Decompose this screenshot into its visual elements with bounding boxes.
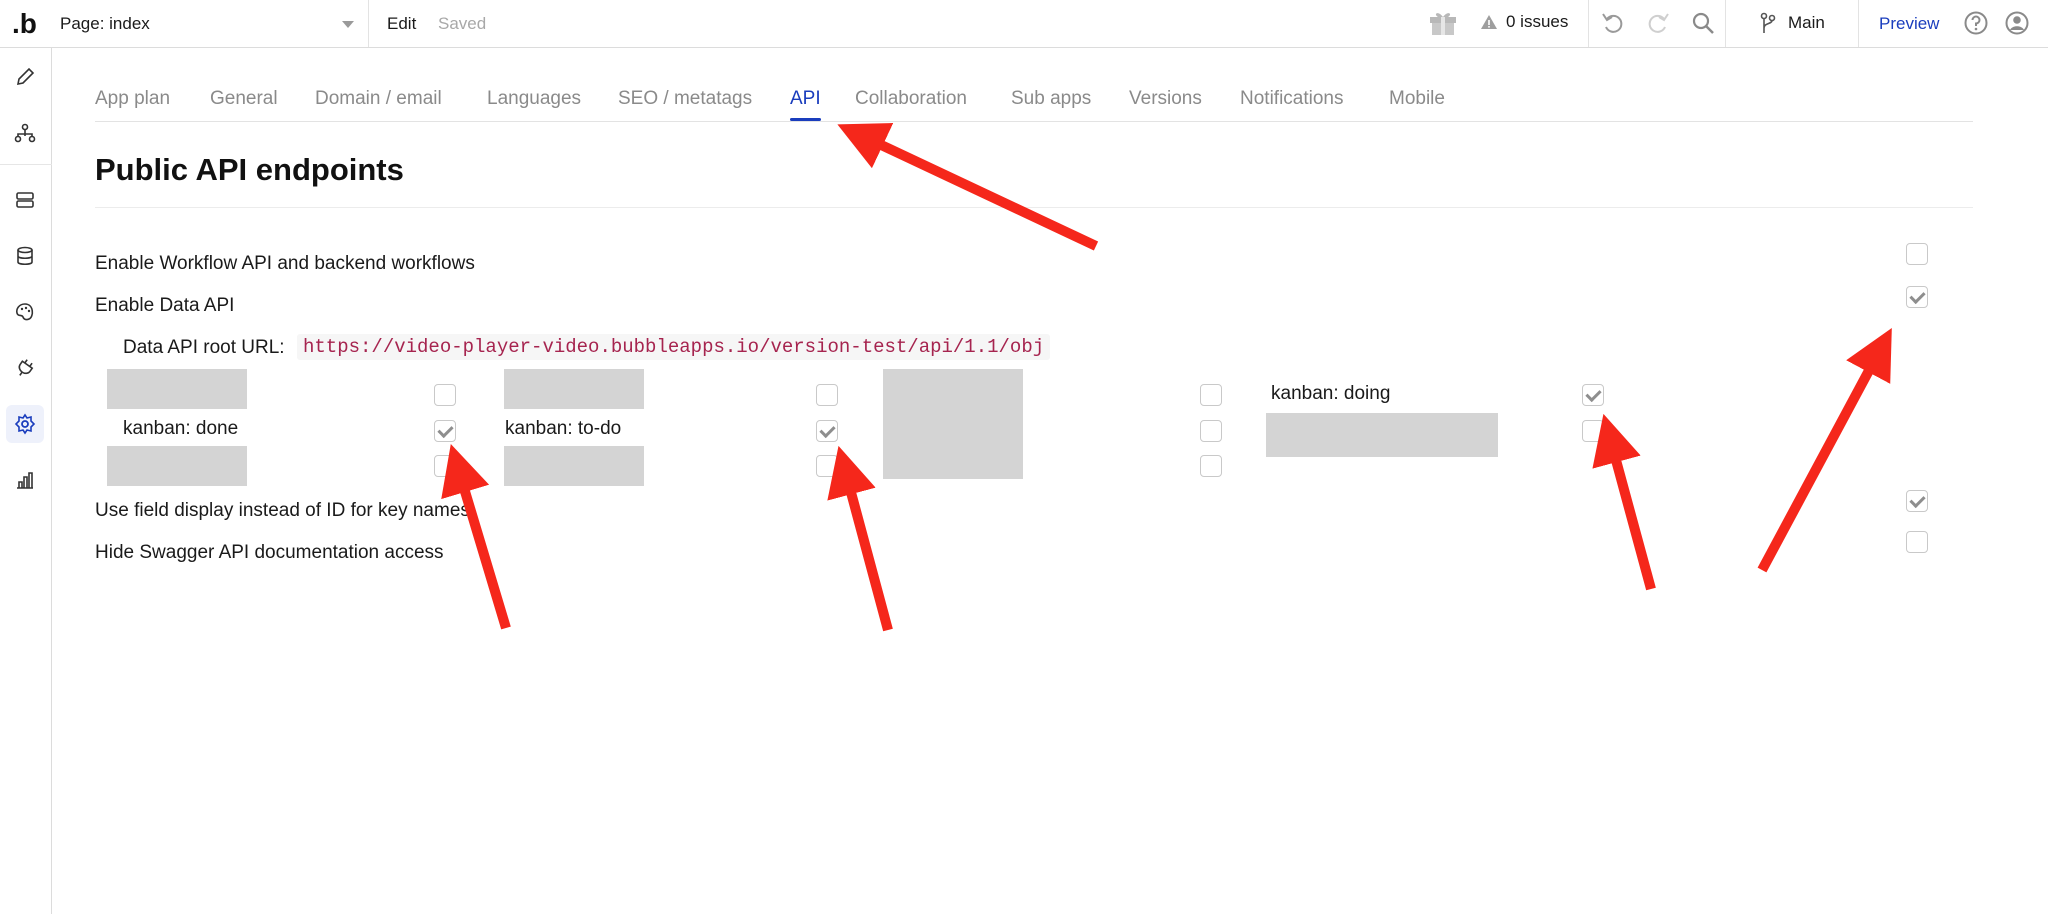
kanban-doing-checkbox[interactable] bbox=[1582, 384, 1604, 406]
field-display-label: Use field display instead of ID for key … bbox=[95, 500, 470, 521]
data-type-checkbox[interactable] bbox=[434, 455, 456, 477]
data-api-checkbox[interactable] bbox=[1906, 286, 1928, 308]
divider bbox=[1588, 0, 1589, 47]
divider bbox=[1725, 0, 1726, 47]
tab-seo-metatags[interactable]: SEO / metatags bbox=[618, 88, 752, 110]
data-type-checkbox[interactable] bbox=[1582, 420, 1604, 442]
issues-indicator[interactable]: 0 issues bbox=[1480, 12, 1568, 32]
annotation-arrows bbox=[441, 123, 1892, 632]
tab-versions[interactable]: Versions bbox=[1129, 88, 1202, 110]
data-api-label: Enable Data API bbox=[95, 295, 235, 316]
server-icon bbox=[16, 192, 34, 208]
page-selector-label: Page: index bbox=[60, 14, 150, 33]
section-title: Public API endpoints bbox=[95, 152, 404, 187]
settings-tabs: App plan General Domain / email Language… bbox=[95, 88, 1973, 122]
redacted-data-type bbox=[107, 369, 247, 409]
hide-swagger-label: Hide Swagger API documentation access bbox=[95, 542, 444, 563]
sidebar-item-data[interactable] bbox=[6, 181, 44, 219]
data-type-label-kanban-done: kanban: done bbox=[123, 418, 239, 439]
divider bbox=[95, 207, 1973, 208]
branch-name: Main bbox=[1788, 13, 1825, 32]
chevron-down-icon bbox=[342, 21, 354, 28]
sidebar-item-logs[interactable] bbox=[6, 461, 44, 499]
bubble-logo[interactable]: .b bbox=[12, 8, 42, 40]
plug-icon bbox=[18, 359, 34, 376]
redacted-data-type bbox=[1266, 413, 1498, 457]
save-status: Saved bbox=[438, 14, 487, 33]
palette-icon bbox=[16, 303, 34, 321]
tab-collaboration[interactable]: Collaboration bbox=[855, 88, 967, 110]
preview-button[interactable]: Preview bbox=[1879, 14, 1939, 34]
sidebar-item-database[interactable] bbox=[6, 237, 44, 275]
tab-app-plan[interactable]: App plan bbox=[95, 88, 170, 110]
data-type-checkbox[interactable] bbox=[1200, 384, 1222, 406]
tab-notifications[interactable]: Notifications bbox=[1240, 88, 1344, 110]
arrow-to-data-api-checkbox bbox=[1757, 327, 1892, 573]
hide-swagger-checkbox[interactable] bbox=[1906, 531, 1928, 553]
sidebar-item-design[interactable] bbox=[6, 58, 44, 96]
data-type-checkbox[interactable] bbox=[816, 384, 838, 406]
divider bbox=[1858, 0, 1859, 47]
left-sidebar bbox=[0, 48, 52, 914]
branch-selector[interactable]: Main bbox=[1760, 12, 1825, 34]
account-icon[interactable] bbox=[2004, 10, 2030, 41]
database-icon bbox=[17, 246, 33, 266]
data-type-checkbox[interactable] bbox=[1200, 455, 1222, 477]
pencil-icon bbox=[16, 67, 35, 86]
redacted-data-type bbox=[107, 446, 247, 486]
arrow-to-kanban-doing bbox=[1592, 413, 1656, 591]
workflow-api-label: Enable Workflow API and backend workflow… bbox=[95, 253, 475, 274]
branch-icon bbox=[1760, 12, 1776, 33]
arrow-to-kanban-to-do bbox=[827, 445, 893, 632]
data-type-checkbox[interactable] bbox=[1200, 420, 1222, 442]
divider bbox=[0, 164, 52, 165]
data-type-label-kanban-to-do: kanban: to-do bbox=[505, 418, 622, 439]
redacted-data-type bbox=[504, 369, 644, 409]
tab-sub-apps[interactable]: Sub apps bbox=[1011, 88, 1091, 110]
top-bar: .b Page: index Edit Saved 0 issues Main … bbox=[0, 0, 2048, 48]
root-url-label: Data API root URL: bbox=[123, 337, 285, 358]
workflow-icon bbox=[14, 123, 36, 143]
data-type-checkbox[interactable] bbox=[816, 455, 838, 477]
field-display-checkbox[interactable] bbox=[1906, 490, 1928, 512]
gear-icon bbox=[14, 413, 36, 435]
tab-general[interactable]: General bbox=[210, 88, 278, 110]
edit-menu[interactable]: Edit bbox=[387, 14, 416, 34]
help-icon[interactable] bbox=[1963, 10, 1989, 41]
undo-icon[interactable] bbox=[1600, 10, 1626, 41]
search-icon[interactable] bbox=[1690, 10, 1716, 41]
sidebar-item-settings[interactable] bbox=[6, 405, 44, 443]
data-type-label-kanban-doing: kanban: doing bbox=[1271, 383, 1391, 404]
kanban-done-checkbox[interactable] bbox=[434, 420, 456, 442]
issues-count: 0 issues bbox=[1506, 12, 1569, 31]
bar-chart-icon bbox=[17, 472, 33, 489]
page-selector[interactable]: Page: index bbox=[52, 0, 369, 47]
gift-icon[interactable] bbox=[1428, 9, 1458, 44]
redacted-data-type bbox=[504, 446, 644, 486]
redo-icon[interactable] bbox=[1645, 10, 1671, 41]
arrow-to-api-tab bbox=[837, 123, 1099, 251]
root-url-value: https://video-player-video.bubbleapps.io… bbox=[297, 334, 1051, 360]
tab-mobile[interactable]: Mobile bbox=[1389, 88, 1445, 110]
tab-languages[interactable]: Languages bbox=[487, 88, 581, 110]
tab-api[interactable]: API bbox=[790, 88, 821, 121]
warning-icon bbox=[1481, 15, 1497, 29]
arrow-to-kanban-done bbox=[441, 444, 511, 630]
workflow-api-checkbox[interactable] bbox=[1906, 243, 1928, 265]
sidebar-item-styles[interactable] bbox=[6, 293, 44, 331]
tab-domain-email[interactable]: Domain / email bbox=[315, 88, 442, 110]
kanban-to-do-checkbox[interactable] bbox=[816, 420, 838, 442]
sidebar-item-workflow[interactable] bbox=[6, 114, 44, 152]
sidebar-item-plugins[interactable] bbox=[6, 349, 44, 387]
data-type-checkbox[interactable] bbox=[434, 384, 456, 406]
redacted-data-type bbox=[883, 369, 1023, 479]
